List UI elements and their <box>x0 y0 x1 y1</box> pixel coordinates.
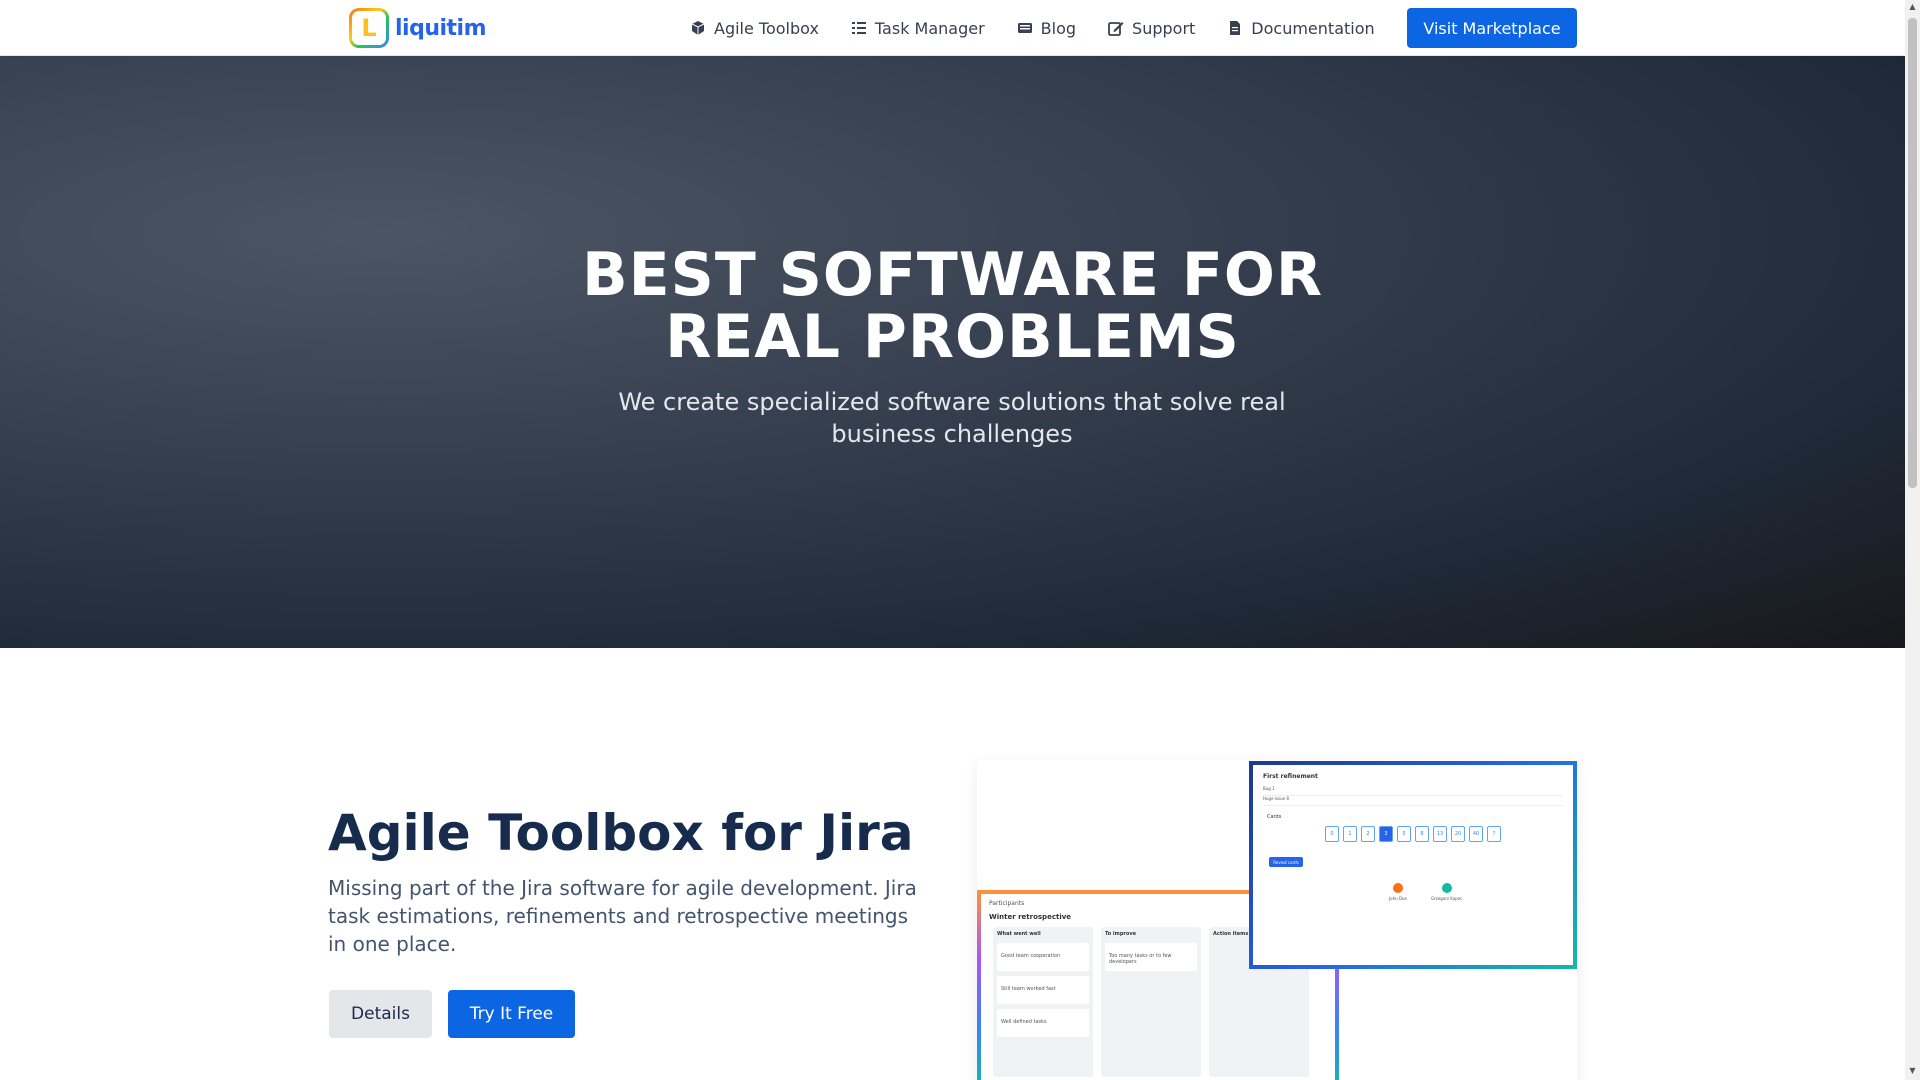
estimate-card: 40 <box>1469 826 1483 842</box>
refinement-cards-label: Cards <box>1267 814 1282 820</box>
details-button[interactable]: Details <box>329 990 432 1038</box>
avatar <box>1441 883 1452 893</box>
nav-item-agile-toolbox[interactable]: Agile Toolbox <box>690 19 819 38</box>
voter: John Doe <box>1389 883 1407 901</box>
try-it-free-button[interactable]: Try It Free <box>448 990 575 1038</box>
retro-card: Well defined tasks <box>997 1009 1089 1037</box>
nav-links: Agile Toolbox Task Manager Blog Support … <box>690 0 1375 56</box>
retro-card: Good team cooperation <box>997 943 1089 971</box>
hero-title-line-2: REAL PROBLEMS <box>665 302 1240 372</box>
estimate-card: 8 <box>1415 826 1429 842</box>
retro-card: Still team worked fast <box>997 976 1089 1004</box>
estimate-card: 2 <box>1361 826 1375 842</box>
voter: Grzegorz Kopec <box>1431 883 1462 901</box>
refinement-row: Bug 1 <box>1263 786 1563 796</box>
list-icon <box>851 22 866 34</box>
hero-section: BEST SOFTWARE FOR REAL PROBLEMS We creat… <box>0 56 1905 648</box>
refinement-screenshot: First refinement Bug 1 Huge issue 8 Card… <box>1249 761 1577 969</box>
brand-name: liquitim <box>395 15 487 41</box>
hero-title: BEST SOFTWARE FOR REAL PROBLEMS <box>0 244 1905 368</box>
logo-letter: L <box>352 11 386 45</box>
estimate-card: 1 <box>1343 826 1357 842</box>
product-description: Missing part of the Jira software for ag… <box>328 876 917 956</box>
scroll-down-icon[interactable]: ▼ <box>1908 1066 1917 1075</box>
retro-column-header: To improve <box>1105 931 1136 937</box>
avatar <box>1392 883 1403 893</box>
page-scrollbar[interactable]: ▲ ▼ <box>1905 0 1920 1080</box>
logo-mark: L <box>349 8 389 48</box>
voter-name: Grzegorz Kopec <box>1430 896 1463 901</box>
document-icon <box>1230 21 1241 35</box>
nav-item-label: Support <box>1132 18 1196 38</box>
refinement-cards: 0 1 2 3 5 8 13 20 40 ? <box>1253 826 1573 842</box>
retro-column: To improve Too many tasks or to few deve… <box>1101 927 1201 1077</box>
nav-item-documentation[interactable]: Documentation <box>1227 18 1375 38</box>
estimate-card: 5 <box>1397 826 1411 842</box>
voter-name: John Doe <box>1389 896 1407 901</box>
edit-icon <box>1108 22 1124 36</box>
retro-column: What went well Good team cooperation Sti… <box>993 927 1093 1077</box>
product-title: Agile Toolbox for Jira <box>328 804 914 862</box>
scrollbar-thumb[interactable] <box>1908 18 1917 488</box>
refinement-voters: John Doe Grzegorz Kopec <box>1389 883 1462 901</box>
brand-logo[interactable]: L liquitim <box>349 8 487 48</box>
hero-title-line-1: BEST SOFTWARE FOR <box>581 240 1324 310</box>
refinement-row: Huge issue 8 <box>1263 796 1563 806</box>
refinement-title: First refinement <box>1263 773 1318 780</box>
estimate-card: 20 <box>1451 826 1465 842</box>
reveal-cards-button: Reveal cards <box>1269 857 1303 867</box>
top-navbar: L liquitim Agile Toolbox Task Manager Bl… <box>0 0 1905 56</box>
scroll-up-icon[interactable]: ▲ <box>1908 2 1917 11</box>
nav-item-label: Task Manager <box>874 18 985 38</box>
nav-item-label: Documentation <box>1251 18 1375 38</box>
estimate-card-selected: 3 <box>1379 826 1393 842</box>
nav-item-task-manager[interactable]: Task Manager <box>851 19 985 38</box>
cube-icon <box>691 21 705 35</box>
newspaper-icon <box>1017 23 1032 33</box>
nav-item-label: Blog <box>1040 18 1077 38</box>
retro-card: Too many tasks or to few developers <box>1105 943 1197 971</box>
nav-item-label: Agile Toolbox <box>714 18 819 38</box>
nav-item-support[interactable]: Support <box>1108 19 1195 38</box>
visit-marketplace-button[interactable]: Visit Marketplace <box>1407 8 1577 48</box>
estimate-card: 13 <box>1433 826 1447 842</box>
nav-item-blog[interactable]: Blog <box>1017 19 1076 38</box>
retro-column-header: What went well <box>997 931 1041 937</box>
hero-subtitle: We create specialized software solutions… <box>618 388 1286 448</box>
estimate-card: 0 <box>1325 826 1339 842</box>
estimate-card: ? <box>1487 826 1501 842</box>
